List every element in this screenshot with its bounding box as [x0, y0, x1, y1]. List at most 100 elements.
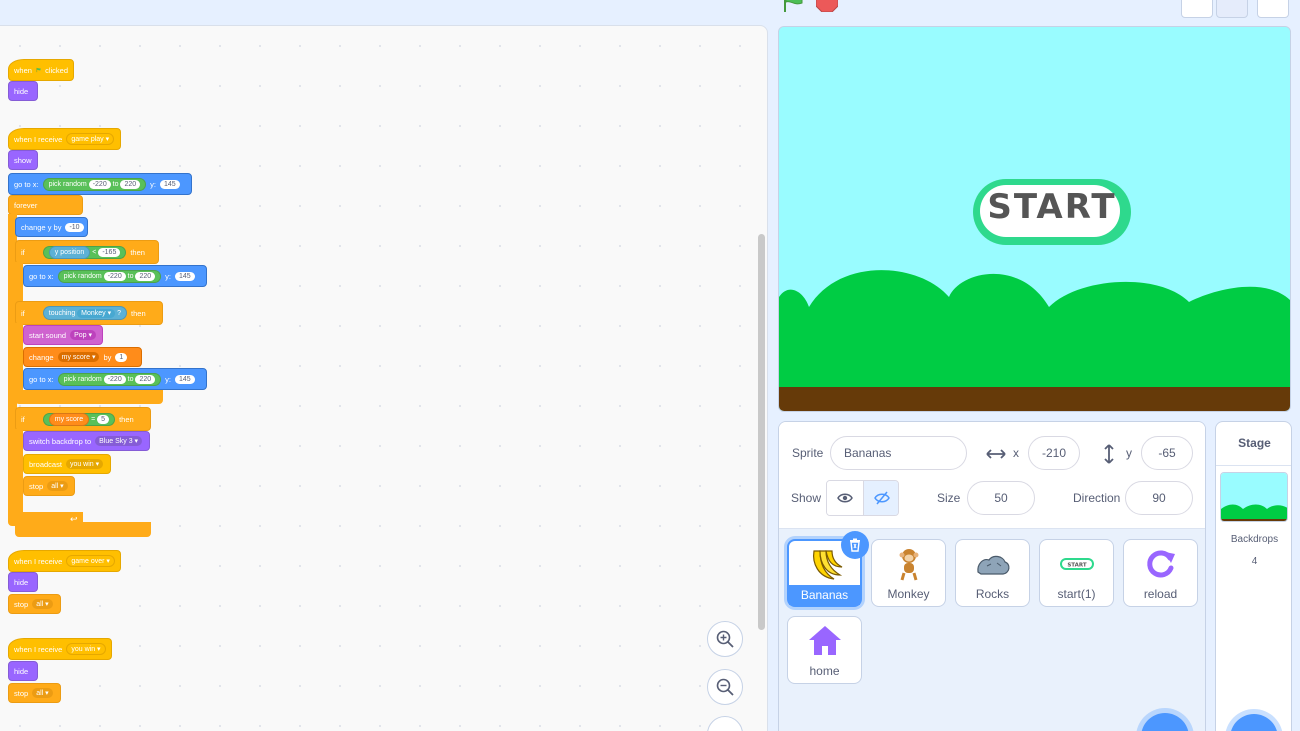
touching-target-dropdown[interactable]: Monkey — [77, 309, 116, 318]
stop-block[interactable]: stop all — [8, 683, 61, 703]
number-input[interactable]: 145 — [175, 271, 195, 281]
visibility-toggle — [826, 480, 899, 516]
stop-block[interactable]: stop all — [23, 476, 75, 496]
sprite-name-field[interactable]: Bananas — [830, 436, 967, 470]
number-input[interactable]: -165 — [98, 247, 121, 257]
when-i-receive-block[interactable]: when I receive game play — [8, 128, 121, 150]
sprite-tile-home[interactable]: home — [787, 616, 862, 684]
add-sprite-button[interactable] — [1141, 713, 1189, 731]
change-variable-block[interactable]: change my score by 1 — [23, 347, 142, 367]
block-label: go to x: — [29, 374, 54, 384]
message-dropdown[interactable]: you win — [66, 643, 106, 655]
start-sound-block[interactable]: start sound Pop — [23, 325, 103, 345]
zoom-reset-button[interactable] — [707, 716, 743, 731]
stop-icon[interactable] — [816, 0, 838, 12]
block-label: hide — [14, 666, 29, 676]
go-to-xy-block[interactable]: go to x: pick random -220 to 220 y: 145 — [23, 368, 207, 390]
x-value: -210 — [1041, 446, 1067, 460]
forever-block[interactable]: forever — [8, 195, 83, 215]
hide-sprite-button[interactable] — [863, 481, 898, 515]
number-input[interactable]: 5 — [97, 414, 110, 424]
x-label: x — [1013, 446, 1019, 460]
block-label: hide — [14, 86, 29, 96]
code-scrollbar[interactable] — [758, 234, 765, 630]
size-field[interactable]: 50 — [967, 481, 1035, 515]
sprite-tile-start[interactable]: START start(1) — [1039, 539, 1114, 607]
direction-field[interactable]: 90 — [1125, 481, 1193, 515]
monkey-thumbnail — [899, 549, 919, 581]
number-input[interactable]: 220 — [135, 271, 156, 281]
small-stage-button[interactable] — [1181, 0, 1213, 18]
pick-random-reporter[interactable]: pick random -220 to 220 — [57, 269, 162, 283]
top-toolbar — [0, 0, 1300, 25]
block-label: go to x: — [14, 179, 39, 189]
number-input[interactable]: 220 — [135, 374, 156, 384]
number-input[interactable]: 145 — [175, 374, 195, 384]
switch-backdrop-block[interactable]: switch backdrop to Blue Sky 3 — [23, 431, 150, 451]
change-y-block[interactable]: change y by -10 — [15, 217, 88, 237]
broadcast-dropdown[interactable]: you win — [65, 459, 104, 469]
less-than-operator[interactable]: y position < -165 — [42, 245, 127, 259]
normal-stage-button[interactable] — [1216, 0, 1248, 18]
number-input[interactable]: 1 — [115, 352, 128, 362]
message-dropdown[interactable]: game over — [66, 555, 115, 567]
show-sprite-button[interactable] — [827, 481, 863, 515]
y-position-reporter[interactable]: y position — [48, 245, 91, 259]
hide-block[interactable]: hide — [8, 81, 38, 101]
y-field[interactable]: -65 — [1141, 436, 1193, 470]
my-score-reporter[interactable]: my score — [48, 412, 90, 426]
number-input[interactable]: -10 — [65, 222, 84, 232]
sprite-tile-label: Bananas — [789, 585, 860, 605]
hat-label: when I receive — [14, 556, 63, 566]
backdrop-dropdown[interactable]: Blue Sky 3 — [95, 436, 143, 446]
number-input[interactable]: 220 — [120, 179, 141, 189]
hide-block[interactable]: hide — [8, 661, 38, 681]
hat-label: when — [14, 65, 32, 75]
sprite-tile-reload[interactable]: reload — [1123, 539, 1198, 607]
when-i-receive-block[interactable]: when I receive game over — [8, 550, 121, 572]
block-label: touching — [48, 310, 76, 317]
zoom-in-button[interactable] — [707, 621, 743, 657]
show-block[interactable]: show — [8, 150, 38, 170]
if-block[interactable]: if my score = 5 then — [15, 407, 151, 431]
code-area[interactable]: when clicked hide when I receive game pl… — [0, 25, 768, 731]
equals-operator[interactable]: my score = 5 — [42, 412, 116, 426]
stop-dropdown[interactable]: all — [47, 481, 68, 491]
sprite-pane: Sprite Bananas x -210 y -65 Show Size 50… — [778, 421, 1206, 731]
stop-dropdown[interactable]: all — [32, 688, 53, 698]
block-label: if — [21, 308, 25, 318]
stop-dropdown[interactable]: all — [32, 599, 53, 609]
green-flag-icon[interactable] — [781, 0, 805, 12]
when-flag-clicked-block[interactable]: when clicked — [8, 59, 74, 81]
delete-sprite-button[interactable] — [841, 531, 869, 559]
sprite-tile-monkey[interactable]: Monkey — [871, 539, 946, 607]
sound-dropdown[interactable]: Pop — [70, 330, 97, 340]
if-block[interactable]: if y position < -165 then — [15, 240, 159, 264]
number-input[interactable]: 145 — [160, 179, 180, 189]
stage-selector[interactable]: Stage Backdrops 4 — [1215, 421, 1292, 731]
fullscreen-button[interactable] — [1257, 0, 1289, 18]
variable-dropdown[interactable]: my score — [57, 352, 100, 362]
when-i-receive-block[interactable]: when I receive you win — [8, 638, 112, 660]
hide-block[interactable]: hide — [8, 572, 38, 592]
go-to-xy-block[interactable]: go to x: pick random -220 to 220 y: 145 — [8, 173, 192, 195]
hat-label: when I receive — [14, 134, 63, 144]
hat-label: clicked — [45, 65, 68, 75]
message-dropdown[interactable]: game play — [66, 133, 115, 145]
number-input[interactable]: -220 — [88, 179, 111, 189]
add-backdrop-button[interactable] — [1230, 714, 1278, 731]
x-field[interactable]: -210 — [1028, 436, 1080, 470]
if-block[interactable]: if touching Monkey ? then — [15, 301, 163, 325]
go-to-xy-block[interactable]: go to x: pick random -220 to 220 y: 145 — [23, 265, 207, 287]
sprite-tile-rocks[interactable]: Rocks — [955, 539, 1030, 607]
stage-canvas[interactable]: START — [778, 26, 1291, 412]
pick-random-reporter[interactable]: pick random -220 to 220 — [42, 177, 147, 191]
pick-random-reporter[interactable]: pick random -220 to 220 — [57, 372, 162, 386]
zoom-out-button[interactable] — [707, 669, 743, 705]
stop-block[interactable]: stop all — [8, 594, 61, 614]
broadcast-block[interactable]: broadcast you win — [23, 454, 111, 474]
touching-sensor[interactable]: touching Monkey ? — [42, 306, 128, 320]
number-input[interactable]: -220 — [103, 374, 126, 384]
block-label: stop — [14, 688, 29, 698]
number-input[interactable]: -220 — [103, 271, 126, 281]
